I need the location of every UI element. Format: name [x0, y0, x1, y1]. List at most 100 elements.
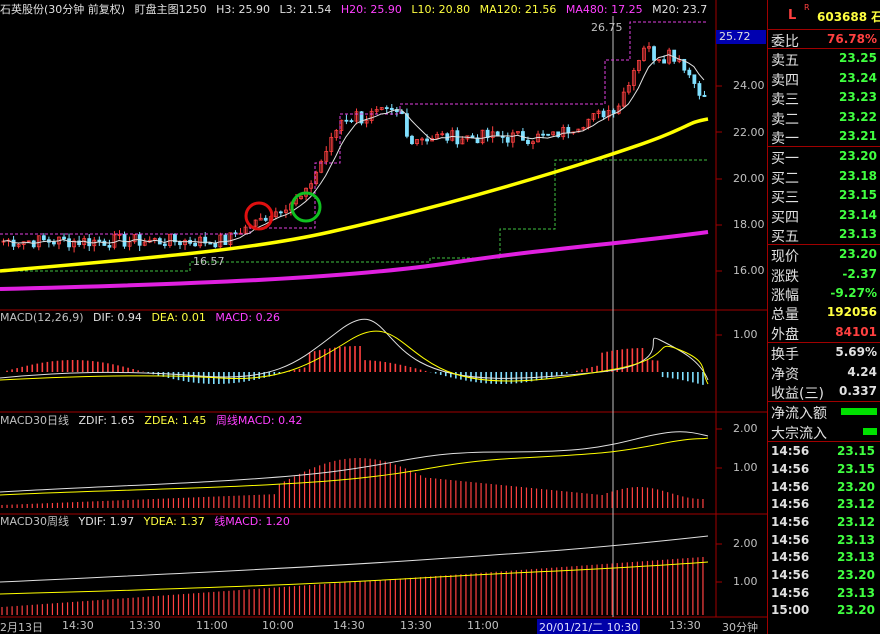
tick-time: 14:56 [771, 585, 810, 600]
tick-row: 14:56 23.20 [768, 566, 880, 584]
tick-price: 23.12 [837, 497, 875, 512]
bid-row[interactable]: 买三 23.15 [768, 186, 880, 206]
candle-body [566, 127, 571, 134]
stat-label: 收益(三) [771, 386, 824, 403]
m20-value: M20: 23.7 [652, 3, 708, 16]
quote-value: -2.37 [842, 266, 877, 281]
ma120-value: MA120: 21.56 [479, 3, 557, 16]
price-tick: 20.00 [733, 172, 765, 185]
tick-time: 14:56 [771, 532, 810, 547]
stat-row[interactable]: 换手 5.69% [768, 343, 880, 364]
time-label: 11:00 [467, 619, 499, 632]
macd30w-ydea: YDEA: 1.37 [143, 515, 205, 528]
l3-value: L3: 21.54 [279, 3, 332, 16]
current-price-box: 25.72 [716, 30, 766, 44]
ask-row[interactable]: 卖一 23.21 [768, 127, 880, 147]
flag-r[interactable]: R [804, 3, 810, 12]
flow-block: 净流入额 大宗流入 [768, 402, 880, 443]
candle-body [102, 240, 107, 246]
cursor-time-label: 20/01/21/二 10:30 [537, 619, 641, 634]
stat-row[interactable]: 收益(三) 0.337 [768, 382, 880, 403]
stat-label: 净资 [771, 366, 799, 383]
stats-block: 换手 5.69% 净资 4.24 收益(三) 0.337 [768, 343, 880, 403]
quote-row[interactable]: 外盘 84101 [768, 323, 880, 343]
bid-label: 买五 [771, 228, 799, 245]
candle-body [31, 240, 36, 248]
flow-bar [841, 408, 877, 416]
bid-row[interactable]: 买二 23.18 [768, 167, 880, 187]
tick-time: 14:56 [771, 514, 810, 529]
tick-time: 14:56 [771, 444, 810, 459]
quote-value: 192056 [826, 305, 877, 320]
candle-body [223, 234, 228, 245]
candle-body [62, 236, 66, 240]
side-header: L R 603688 石 [768, 0, 880, 30]
time-label: 14:30 [333, 619, 365, 632]
quote-value: 84101 [835, 324, 877, 339]
quote-row[interactable]: 总量 192056 [768, 303, 880, 323]
stat-value: 5.69% [835, 345, 877, 360]
time-label: 11:00 [196, 619, 228, 632]
quote-side-panel: L R 603688 石 委比 76.78% 卖五 23.25 卖四 23.24 卖三 2… [767, 0, 880, 634]
macd30w-ydif: YDIF: 1.97 [78, 515, 135, 528]
candle-body [697, 83, 702, 96]
ask-row[interactable]: 卖四 23.24 [768, 69, 880, 89]
stock-name: 石英股份 [0, 3, 44, 16]
tick-row: 14:56 23.13 [768, 531, 880, 549]
price-tick: 18.00 [733, 218, 765, 231]
wei-bi-label: 委比 [771, 34, 799, 50]
bid-row[interactable]: 买四 23.14 [768, 206, 880, 226]
ask-value: 23.25 [839, 51, 877, 66]
candle-body [213, 242, 218, 248]
candle-body [349, 120, 354, 122]
bid-row[interactable]: 买一 23.20 [768, 147, 880, 167]
tick-price: 23.20 [837, 479, 875, 494]
price-tick: 22.00 [733, 126, 765, 139]
l10-value: L10: 20.80 [411, 3, 471, 16]
tick-time: 14:56 [771, 479, 810, 494]
quote-row[interactable]: 涨跌 -2.37 [768, 265, 880, 285]
flow-row: 净流入额 [768, 402, 880, 422]
red-circle-marker [244, 201, 274, 231]
candle-body [546, 133, 551, 136]
tick-row: 14:56 23.12 [768, 495, 880, 513]
macd30d-zdea: ZDEA: 1.45 [144, 414, 207, 427]
main-panel-header: 石英股份(30分钟 前复权) 盯盘主图1250 H3: 25.90 L3: 21… [0, 3, 713, 17]
candle-body [692, 74, 697, 84]
candle-body [601, 110, 606, 118]
ask-row[interactable]: 卖五 23.25 [768, 49, 880, 69]
lower-envelope [0, 159, 708, 272]
tick-price: 23.20 [837, 603, 875, 618]
ask-value: 23.23 [839, 90, 877, 105]
macd-dif: DIF: 0.94 [93, 311, 142, 324]
bid-row[interactable]: 买五 23.13 [768, 225, 880, 245]
bid-value: 23.14 [839, 207, 877, 222]
flag-l[interactable]: L [788, 8, 796, 23]
kline-chart-area[interactable]: 石英股份(30分钟 前复权) 盯盘主图1250 H3: 25.90 L3: 21… [0, 0, 767, 634]
bid-label: 买四 [771, 209, 799, 226]
bid-value: 23.18 [839, 168, 877, 183]
ask-row[interactable]: 卖三 23.23 [768, 88, 880, 108]
macd30w-tick: 1.00 [733, 575, 758, 588]
quote-label: 涨跌 [771, 268, 799, 285]
time-label: 10:00 [262, 619, 294, 632]
macd30w-tick: 2.00 [733, 537, 758, 550]
tick-list[interactable]: 14:56 23.15 14:56 23.15 14:56 23.20 14:56 23.12… [768, 442, 880, 619]
macd30d-zdif-line [0, 431, 709, 493]
candle-body [672, 49, 677, 62]
quote-row[interactable]: 现价 23.20 [768, 245, 880, 265]
period-selector[interactable]: 30分钟 [722, 619, 758, 634]
tick-price: 23.15 [837, 461, 875, 476]
candle-body [410, 135, 414, 145]
tick-row: 14:56 23.13 [768, 584, 880, 602]
quote-row[interactable]: 涨幅 -9.27% [768, 284, 880, 304]
bid-book: 买一 23.20 买二 23.18 买三 23.15 买四 23.14 买五 23.13 [768, 147, 880, 246]
tick-time: 14:56 [771, 497, 810, 512]
candle-body [107, 245, 112, 248]
candle-body [541, 133, 545, 136]
ask-row[interactable]: 卖二 23.22 [768, 108, 880, 128]
stat-label: 换手 [771, 347, 799, 364]
stat-row[interactable]: 净资 4.24 [768, 363, 880, 383]
time-axis: 2月13日 14:30 13:30 11:00 10:00 14:30 13:3… [0, 617, 767, 634]
tick-price: 23.20 [837, 568, 875, 583]
